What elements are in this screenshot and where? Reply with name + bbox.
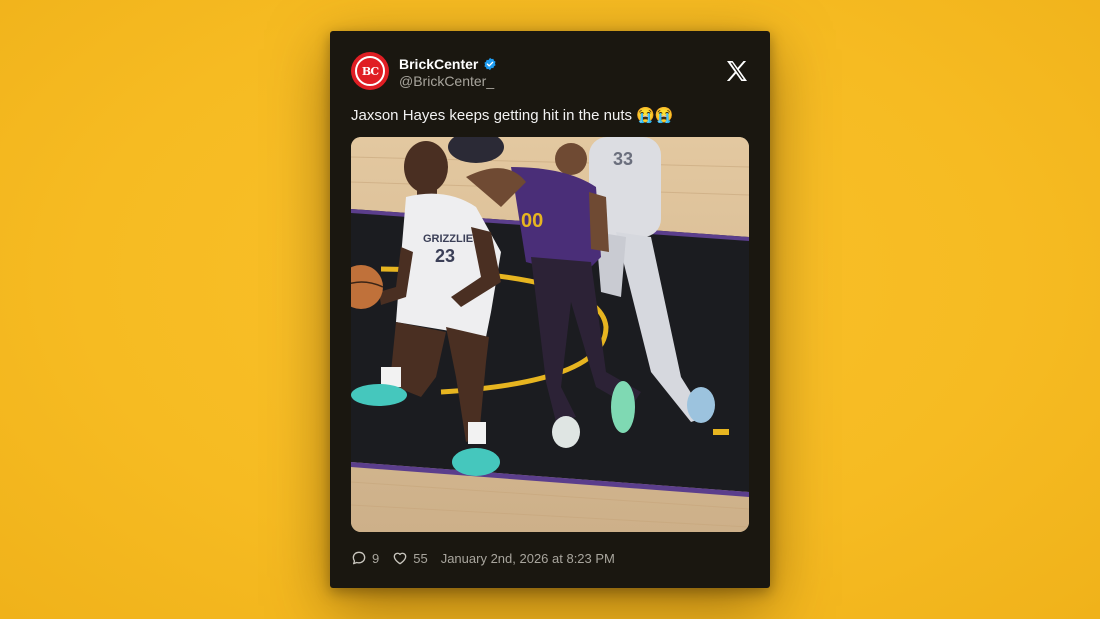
avatar-logo: BC (355, 56, 385, 86)
heart-icon (393, 552, 407, 565)
svg-text:00: 00 (521, 210, 543, 232)
x-logo-icon[interactable] (725, 59, 749, 83)
author-name[interactable]: BrickCenter (399, 56, 478, 72)
author-handle[interactable]: @BrickCenter_ (399, 73, 494, 89)
tweet-media[interactable]: 33 00 GRIZZLIES 23 (351, 137, 749, 532)
reply-count: 9 (372, 550, 380, 566)
avatar[interactable]: BC (351, 52, 389, 90)
jersey-team-left: GRIZZLIES (423, 233, 480, 245)
avatar-text: BC (361, 64, 379, 78)
tweet-text: Jaxson Hayes keeps getting hit in the nu… (351, 107, 674, 124)
basketball-scene-image: 33 00 GRIZZLIES 23 (351, 137, 749, 532)
author-row: BrickCenter (399, 56, 497, 72)
like-button[interactable]: 55 (392, 550, 428, 566)
like-count: 55 (413, 550, 428, 566)
jersey-number-left: 23 (435, 246, 455, 266)
reply-button[interactable]: 9 (351, 550, 379, 566)
verified-badge-icon (484, 57, 496, 71)
reply-icon (352, 551, 366, 565)
jersey-number-right: 33 (613, 149, 633, 169)
tweet-footer: 9 55 January 2nd, 2026 at 8:23 PM (351, 550, 615, 566)
timestamp[interactable]: January 2nd, 2026 at 8:23 PM (441, 551, 615, 566)
tweet-card: BC BrickCenter @BrickCenter_ Jaxson Haye… (330, 31, 770, 588)
